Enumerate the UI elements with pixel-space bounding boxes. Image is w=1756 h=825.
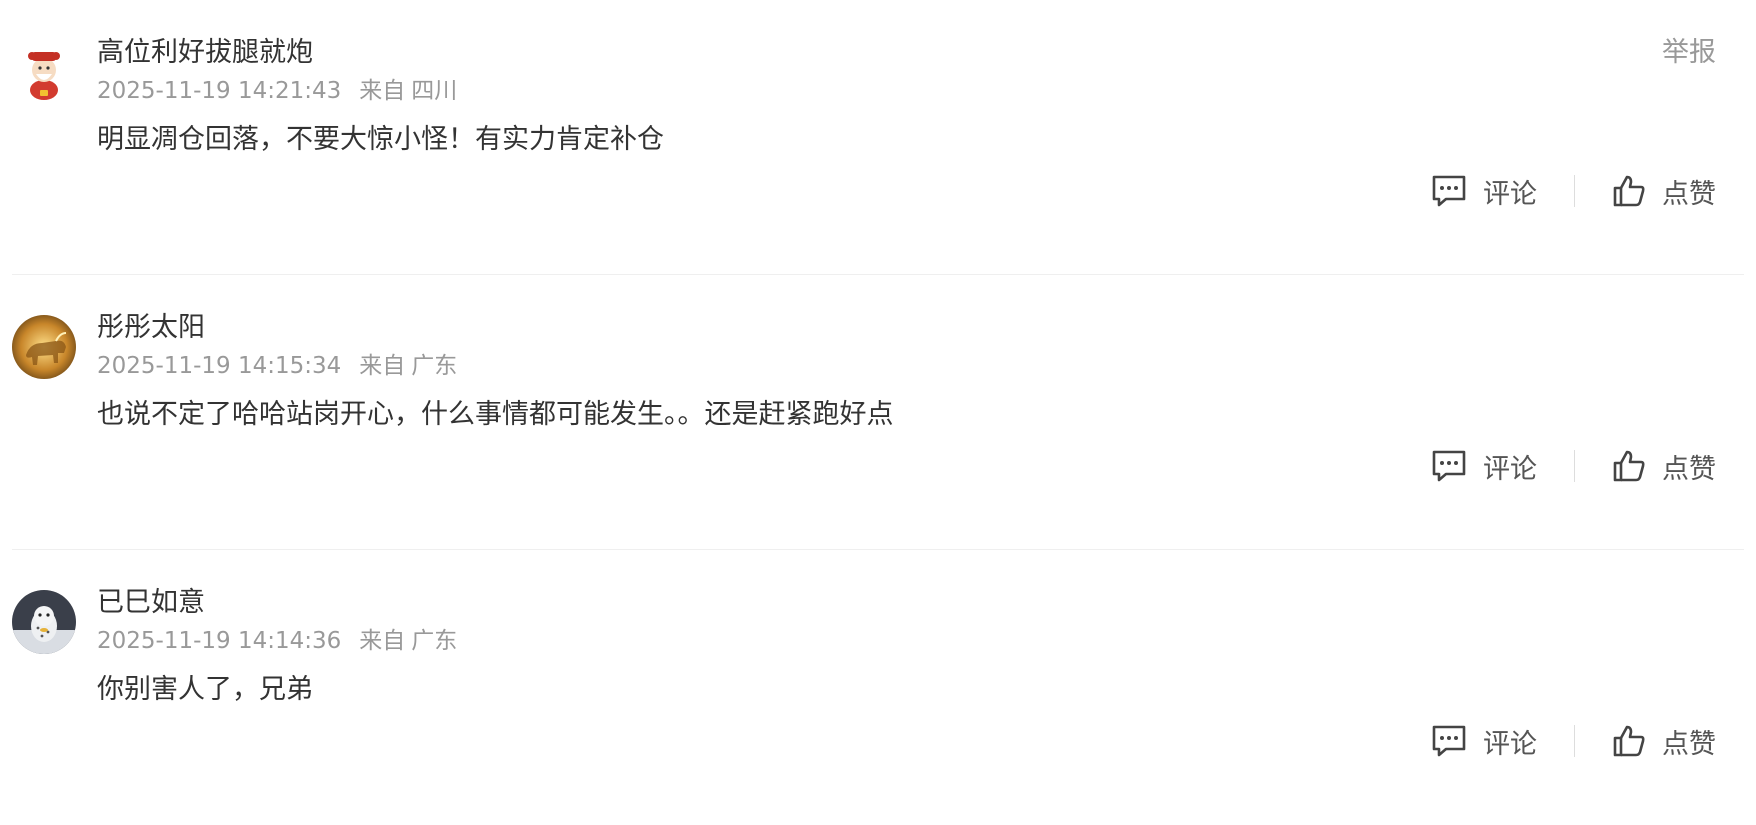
location-prefix: 来自 <box>359 628 406 654</box>
user-avatar[interactable] <box>12 315 76 379</box>
timestamp: 2025-11-19 14:21:43 <box>97 78 342 104</box>
comment-actions: 评论 点赞 <box>1431 171 1716 211</box>
action-divider <box>1574 450 1575 482</box>
like-label: 点赞 <box>1662 178 1716 210</box>
comment-actions: 评论 点赞 <box>1431 446 1716 486</box>
username[interactable]: 高位利好拔腿就炮 <box>97 36 313 70</box>
like-button[interactable]: 点赞 <box>1612 172 1716 211</box>
thumbs-up-icon <box>1613 725 1645 757</box>
location-prefix: 来自 <box>359 353 406 379</box>
comment-bubble-icon <box>1432 450 1466 482</box>
reply-button[interactable]: 评论 <box>1431 722 1537 761</box>
location: 广东 <box>411 353 458 379</box>
comment-meta: 2025-11-19 14:21:43 来自 四川 <box>97 77 457 105</box>
like-label: 点赞 <box>1662 453 1716 485</box>
report-button[interactable]: 举报 <box>1662 36 1716 70</box>
comment-actions: 评论 点赞 <box>1431 721 1716 761</box>
reply-button[interactable]: 评论 <box>1431 447 1537 486</box>
reply-label: 评论 <box>1483 178 1537 210</box>
reply-label: 评论 <box>1483 728 1537 760</box>
comment-bubble-icon <box>1432 725 1466 757</box>
user-avatar[interactable] <box>12 40 76 104</box>
reply-button[interactable]: 评论 <box>1431 172 1537 211</box>
user-avatar[interactable] <box>12 590 76 654</box>
comment-meta: 2025-11-19 14:15:34 来自 广东 <box>97 352 457 380</box>
action-divider <box>1574 175 1575 207</box>
comment-meta: 2025-11-19 14:14:36 来自 广东 <box>97 627 457 655</box>
username[interactable]: 已巳如意 <box>97 586 205 620</box>
timestamp: 2025-11-19 14:15:34 <box>97 353 342 379</box>
comment-bubble-icon <box>1432 175 1466 207</box>
thumbs-up-icon <box>1613 175 1645 207</box>
comment-content: 也说不定了哈哈站岗开心，什么事情都可能发生。。还是赶紧跑好点 <box>97 399 894 430</box>
golden-bull-avatar-icon <box>12 315 76 379</box>
location-prefix: 来自 <box>359 78 406 104</box>
comment-list: 高位利好拔腿就炮 举报 2025-11-19 14:21:43 来自 四川 明显凋仓… <box>12 0 1744 825</box>
timestamp: 2025-11-19 14:14:36 <box>97 628 342 654</box>
thumbs-up-icon <box>1613 450 1645 482</box>
snow-leopard-avatar-icon <box>12 590 76 654</box>
location: 广东 <box>411 628 458 654</box>
comment-content: 你别害人了，兄弟 <box>97 674 313 705</box>
cartoon-fortune-god-avatar-icon <box>12 40 76 104</box>
comment-item: 彤彤太阳 2025-11-19 14:15:34 来自 广东 也说不定了哈哈站岗开心… <box>12 275 1744 550</box>
comment-content: 明显凋仓回落，不要大惊小怪！有实力肯定补仓 <box>97 124 664 155</box>
like-label: 点赞 <box>1662 728 1716 760</box>
like-button[interactable]: 点赞 <box>1612 722 1716 761</box>
comment-item: 已巳如意 2025-11-19 14:14:36 来自 广东 你别害人了，兄弟 评论 <box>12 550 1744 825</box>
location: 四川 <box>411 78 458 104</box>
like-button[interactable]: 点赞 <box>1612 447 1716 486</box>
action-divider <box>1574 725 1575 757</box>
reply-label: 评论 <box>1483 453 1537 485</box>
username[interactable]: 彤彤太阳 <box>97 311 205 345</box>
comment-item: 高位利好拔腿就炮 举报 2025-11-19 14:21:43 来自 四川 明显凋仓… <box>12 0 1744 275</box>
